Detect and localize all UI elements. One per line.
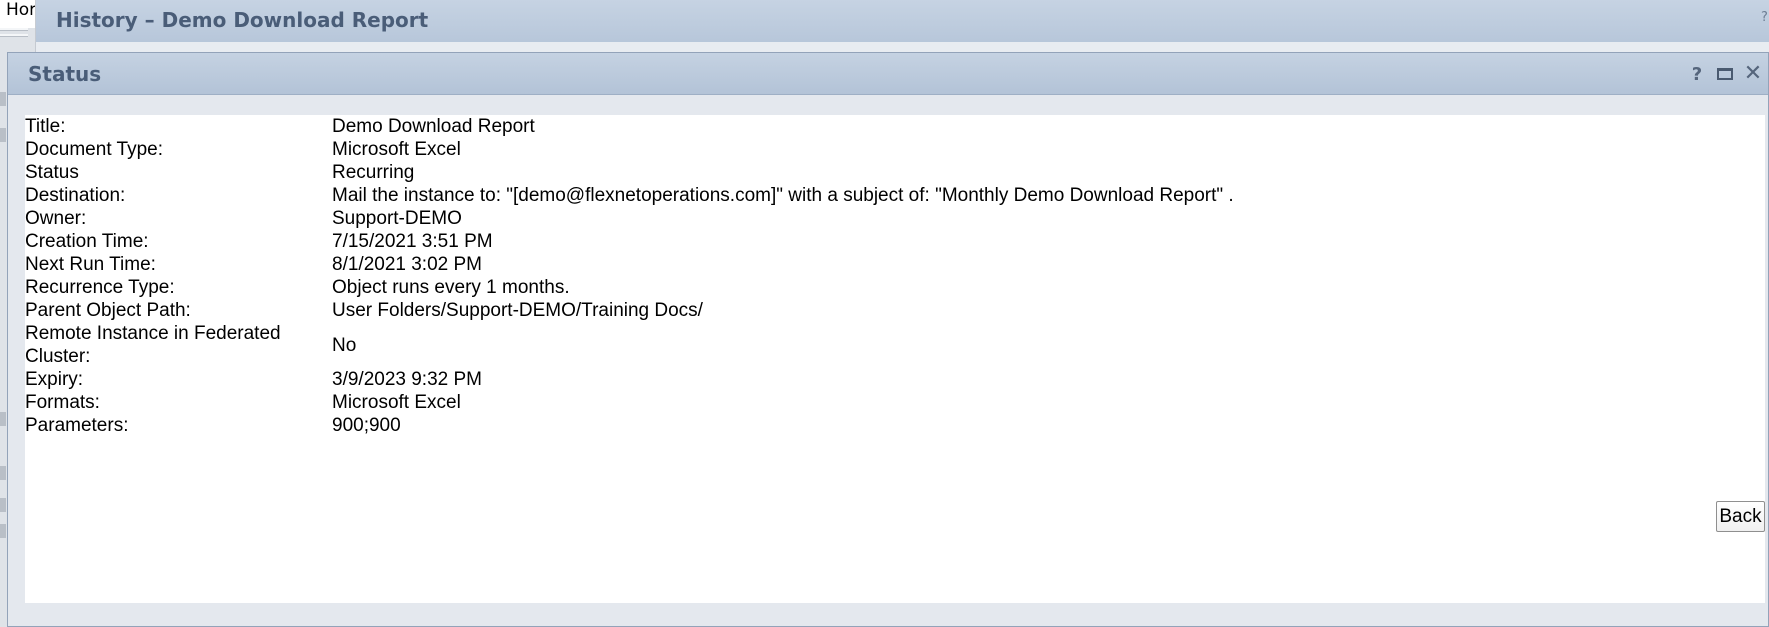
property-value: Microsoft Excel	[332, 392, 461, 413]
property-value: 7/15/2021 3:51 PM	[332, 231, 493, 252]
close-icon[interactable]: ✕	[1742, 63, 1764, 85]
strip-marker	[0, 128, 6, 142]
status-dialog: Status ? ✕ Title: Demo Download Report D…	[7, 52, 1769, 627]
history-window-title: History – Demo Download Report	[56, 8, 429, 32]
help-icon[interactable]: ?	[1686, 63, 1708, 85]
property-label: Expiry:	[25, 369, 84, 390]
dialog-title: Status	[28, 62, 102, 86]
property-label: Next Run Time:	[25, 254, 156, 275]
property-value: Recurring	[332, 162, 415, 183]
history-window-control-icon[interactable]: ?	[1761, 10, 1769, 24]
property-label: Parameters:	[25, 415, 129, 436]
property-row: Next Run Time: 8/1/2021 3:02 PM	[25, 253, 1425, 276]
property-row: Expiry: 3/9/2023 9:32 PM	[25, 368, 1425, 391]
strip-bar	[0, 34, 28, 37]
strip-marker	[0, 92, 6, 106]
property-value: Mail the instance to: "[demo@flexnetoper…	[332, 185, 1234, 206]
property-value: 3/9/2023 9:32 PM	[332, 369, 482, 390]
property-row: Parent Object Path: User Folders/Support…	[25, 299, 1425, 322]
property-row: Owner: Support-DEMO	[25, 207, 1425, 230]
strip-marker	[0, 412, 6, 426]
property-row: Formats: Microsoft Excel	[25, 391, 1425, 414]
property-value: Object runs every 1 months.	[332, 277, 570, 298]
strip-marker	[0, 524, 6, 538]
dialog-titlebar[interactable]: Status ? ✕	[8, 53, 1768, 95]
strip-bar	[0, 28, 28, 31]
dialog-controls: ? ✕	[1686, 63, 1764, 85]
property-label: Formats:	[25, 392, 100, 413]
home-tab[interactable]: Hor	[0, 0, 36, 28]
property-value: Microsoft Excel	[332, 139, 461, 160]
property-row: Parameters: 900;900	[25, 414, 1425, 437]
property-label: Owner:	[25, 208, 87, 229]
strip-marker	[0, 498, 6, 512]
dialog-body: Title: Demo Download Report Document Typ…	[25, 115, 1765, 603]
property-value: No	[332, 334, 357, 356]
property-value: 8/1/2021 3:02 PM	[332, 254, 482, 275]
property-value: 900;900	[332, 415, 401, 436]
property-label: Document Type:	[25, 139, 164, 160]
strip-marker	[0, 466, 6, 480]
property-row: Recurrence Type: Object runs every 1 mon…	[25, 276, 1425, 299]
property-row: Remote Instance in Federated Cluster: No	[25, 322, 1425, 368]
property-row: Creation Time: 7/15/2021 3:51 PM	[25, 230, 1425, 253]
property-row: Document Type: Microsoft Excel	[25, 138, 1425, 161]
property-label: Parent Object Path:	[25, 300, 191, 321]
back-button[interactable]: Back	[1716, 501, 1765, 532]
maximize-icon[interactable]	[1714, 63, 1736, 85]
property-label: Destination:	[25, 185, 126, 206]
property-label: Title:	[25, 116, 66, 137]
property-label: Status	[25, 162, 79, 183]
property-label: Creation Time:	[25, 231, 149, 252]
property-row: Destination: Mail the instance to: "[dem…	[25, 184, 1425, 207]
properties-table: Title: Demo Download Report Document Typ…	[25, 115, 1425, 437]
property-row: Title: Demo Download Report	[25, 115, 1425, 138]
property-value: Demo Download Report	[332, 116, 535, 137]
property-row: Status Recurring	[25, 161, 1425, 184]
property-label: Recurrence Type:	[25, 277, 175, 298]
property-value: Support-DEMO	[332, 208, 462, 229]
property-value: User Folders/Support-DEMO/Training Docs/	[332, 300, 703, 321]
property-label: Remote Instance in Federated Cluster:	[25, 323, 281, 367]
